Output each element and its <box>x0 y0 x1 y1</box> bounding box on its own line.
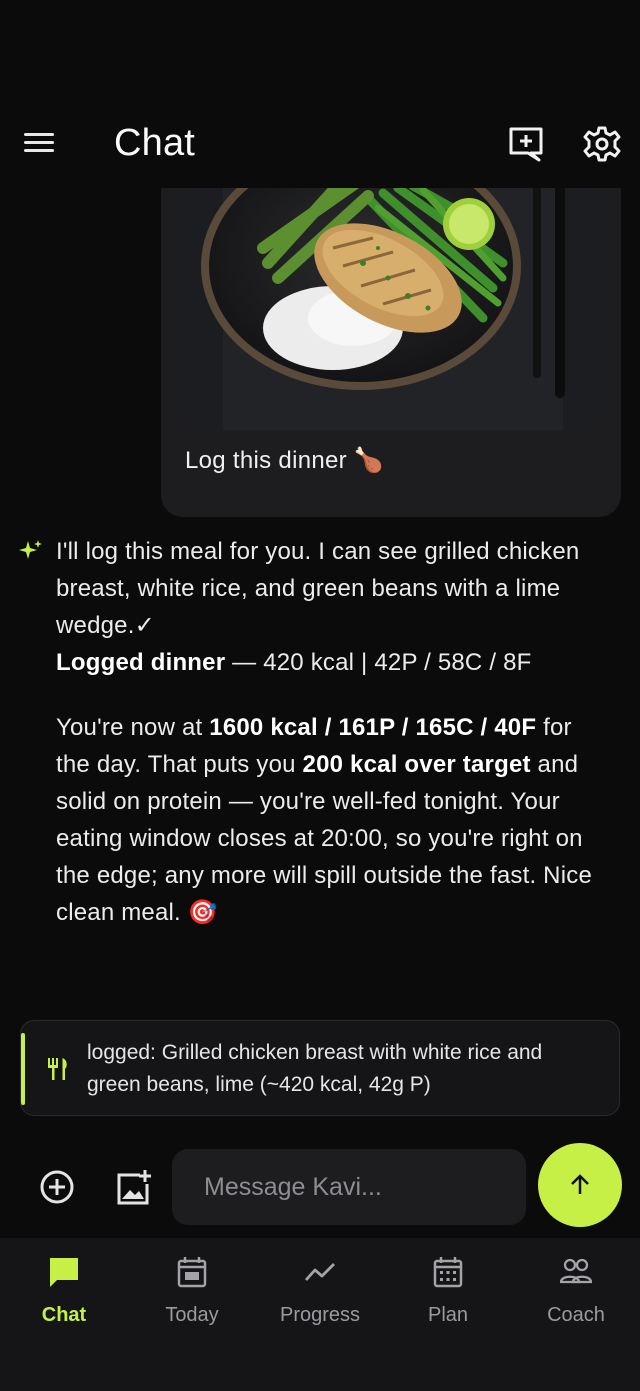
assistant-paragraph-2: You're now at 1600 kcal / 161P / 165C / … <box>56 709 596 931</box>
meal-photo[interactable] <box>183 188 599 430</box>
user-message-text: Log this dinner 🍗 <box>185 447 385 474</box>
settings-button[interactable] <box>582 124 622 164</box>
log-card-accent <box>21 1033 25 1105</box>
app-root: Chat Log this dinner 🍗 I'll log this mea… <box>0 0 640 1391</box>
chat-icon <box>50 1258 78 1287</box>
plus-circle-icon <box>40 1170 74 1204</box>
fork-knife-icon <box>48 1058 67 1080</box>
nav-plan[interactable]: Plan <box>384 1238 512 1348</box>
nav-label: Chat <box>41 1304 87 1326</box>
assistant-intro: I'll log this meal for you. I can see gr… <box>56 538 580 639</box>
logged-label: Logged dinner <box>56 649 226 676</box>
people-icon <box>560 1258 592 1284</box>
add-attachment-button[interactable] <box>38 1168 76 1206</box>
bottom-navigation: Chat Today Progress Plan Coach <box>0 1238 640 1391</box>
nav-coach[interactable]: Coach <box>512 1238 640 1348</box>
nav-chat[interactable]: Chat <box>0 1238 128 1348</box>
new-chat-icon <box>509 127 543 162</box>
send-button[interactable] <box>538 1143 622 1227</box>
calendar-grid-icon <box>433 1257 463 1288</box>
daily-totals: 1600 kcal / 161P / 165C / 40F <box>209 714 537 741</box>
log-card-text: logged: Grilled chicken breast with whit… <box>87 1041 543 1096</box>
user-message-bubble: Log this dinner 🍗 <box>161 188 621 517</box>
calendar-day-icon <box>177 1257 207 1288</box>
nav-progress[interactable]: Progress <box>256 1238 384 1348</box>
nav-label: Today <box>165 1304 219 1326</box>
trend-icon <box>304 1263 335 1281</box>
nav-label: Coach <box>547 1304 605 1326</box>
nav-label: Progress <box>279 1304 361 1326</box>
assistant-paragraph-1: I'll log this meal for you. I can see gr… <box>56 533 596 681</box>
new-chat-button[interactable] <box>506 124 546 164</box>
add-image-icon <box>117 1170 151 1205</box>
menu-icon <box>24 133 64 152</box>
nav-today[interactable]: Today <box>128 1238 256 1348</box>
chat-thread[interactable]: Log this dinner 🍗 I'll log this meal for… <box>0 188 640 1138</box>
sparkle-icon <box>18 538 44 564</box>
summary-text: You're now at <box>56 714 210 741</box>
message-input[interactable] <box>172 1149 526 1225</box>
page-title: Chat <box>114 122 196 164</box>
menu-button[interactable] <box>24 128 64 160</box>
assistant-message: I'll log this meal for you. I can see gr… <box>56 533 596 931</box>
over-target: 200 kcal over target <box>302 751 531 778</box>
top-app-bar: Chat <box>0 100 640 188</box>
message-composer <box>0 1138 640 1238</box>
nav-label: Plan <box>427 1304 469 1326</box>
gear-icon <box>583 126 621 162</box>
arrow-up-icon <box>571 1174 589 1194</box>
logged-detail: — 420 kcal | 42P / 58C / 8F <box>225 649 532 676</box>
meal-log-card[interactable]: logged: Grilled chicken breast with whit… <box>20 1020 620 1116</box>
add-image-button[interactable] <box>114 1168 154 1208</box>
